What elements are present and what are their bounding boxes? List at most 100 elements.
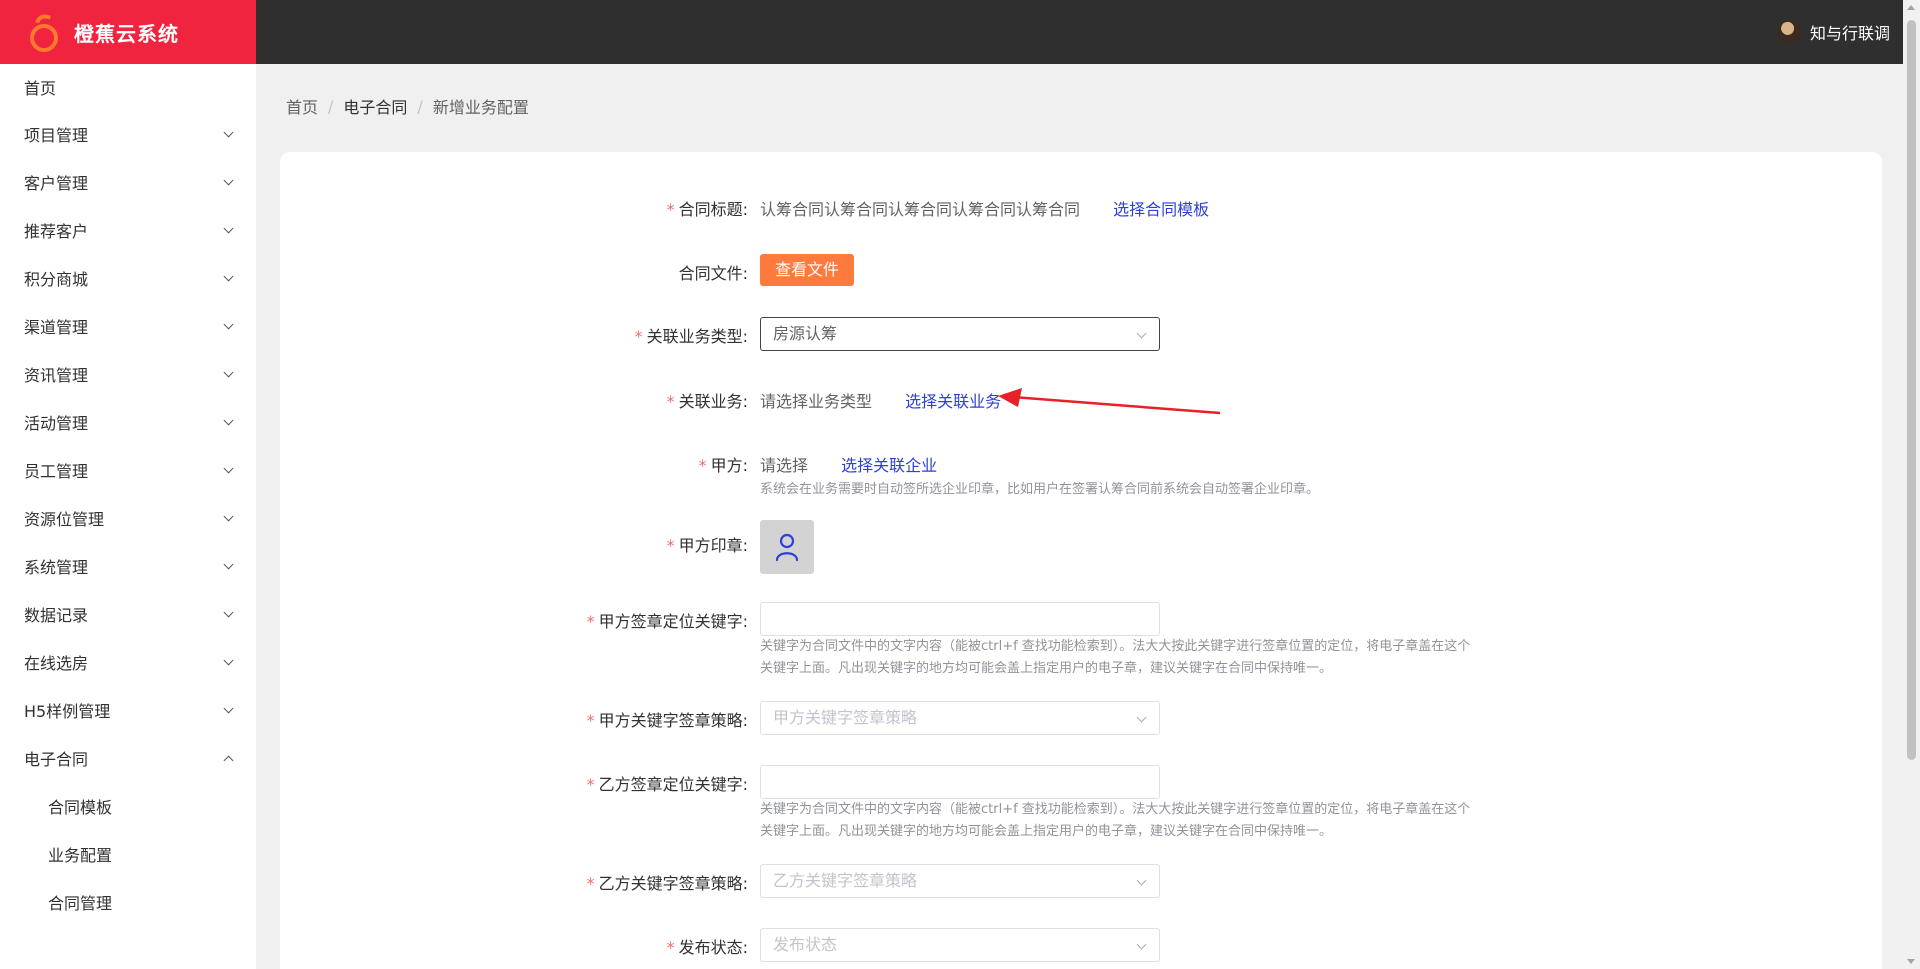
sidebar-item-label: 电子合同 (24, 750, 89, 769)
chevron-down-icon (1136, 939, 1147, 950)
chevron-down-icon (223, 127, 234, 137)
select-template-link[interactable]: 选择合同模板 (1113, 200, 1209, 219)
sidebar-item-label: 资讯管理 (24, 366, 89, 385)
sidebar-item-channel[interactable]: 渠道管理 (0, 302, 256, 350)
select-company-link[interactable]: 选择关联企业 (841, 456, 937, 475)
publish-placeholder: 发布状态 (773, 935, 838, 954)
sidebar-item-h5-samples[interactable]: H5样例管理 (0, 686, 256, 734)
sidebar-subitem-label: 合同管理 (48, 894, 113, 913)
party-b-keyword-input[interactable] (760, 765, 1160, 799)
logo-bar[interactable]: 橙蕉云系统 (0, 0, 256, 64)
publish-label: * 发布状态: (666, 938, 748, 957)
chevron-down-icon (223, 511, 234, 521)
party-a-field: 请选择 选择关联企业 (760, 452, 937, 476)
biz-type-label: * 关联业务类型: (634, 327, 748, 346)
chevron-down-icon (223, 559, 234, 569)
party-b-strategy-label: * 乙方关键字签章策略: (586, 874, 748, 893)
scroll-thumb[interactable] (1907, 20, 1916, 760)
sidebar-item-points-mall[interactable]: 积分商城 (0, 254, 256, 302)
party-b-strategy-select[interactable]: 乙方关键字签章策略 (760, 864, 1160, 898)
sidebar-item-online-housing[interactable]: 在线选房 (0, 638, 256, 686)
user-name: 知与行联调 (1809, 24, 1890, 43)
page-scrollbar[interactable] (1903, 0, 1920, 969)
sidebar-item-label: H5样例管理 (24, 702, 111, 721)
party-a-value: 请选择 (760, 456, 809, 475)
chevron-down-icon (223, 367, 234, 377)
sidebar-item-system[interactable]: 系统管理 (0, 542, 256, 590)
party-a-strategy-label: * 甲方关键字签章策略: (586, 711, 748, 730)
biz-value: 请选择业务类型 (760, 392, 873, 411)
sidebar: 橙蕉云系统 首页 项目管理 客户管理 推荐客户 积分商城 渠道管理 资讯管理 活… (0, 0, 256, 969)
breadcrumb-e-contract[interactable]: 电子合同 (343, 94, 407, 118)
file-label: 合同文件: (678, 264, 748, 283)
party-a-keyword-hint: 关键字为合同文件中的文字内容（能被ctrl+f 查找功能检索到）。法大大按此关键… (760, 639, 1471, 676)
sidebar-item-label: 客户管理 (24, 174, 89, 193)
breadcrumb-separator: / (417, 96, 423, 116)
sidebar-subitem-label: 合同模板 (48, 798, 113, 817)
sidebar-item-customer[interactable]: 客户管理 (0, 158, 256, 206)
scroll-down-icon[interactable] (1907, 959, 1915, 964)
chevron-down-icon (223, 703, 234, 713)
chevron-down-icon (223, 319, 234, 329)
chevron-down-icon (223, 655, 234, 665)
sidebar-item-label: 项目管理 (24, 126, 89, 145)
sidebar-item-label: 资源位管理 (24, 510, 105, 529)
publish-select[interactable]: 发布状态 (760, 928, 1160, 962)
avatar (1777, 20, 1802, 44)
top-bar: 知与行联调 (256, 0, 1920, 64)
sidebar-item-news[interactable]: 资讯管理 (0, 350, 256, 398)
party-a-strategy-select[interactable]: 甲方关键字签章策略 (760, 701, 1160, 735)
sidebar-item-label: 系统管理 (24, 558, 89, 577)
select-business-link[interactable]: 选择关联业务 (905, 392, 1001, 411)
chevron-down-icon (223, 223, 234, 233)
chevron-down-icon (223, 463, 234, 473)
scroll-up-icon[interactable] (1907, 5, 1915, 10)
sidebar-item-data-records[interactable]: 数据记录 (0, 590, 256, 638)
party-a-seal-label: * 甲方印章: (666, 536, 748, 555)
chevron-down-icon (1136, 328, 1147, 339)
chevron-down-icon (1136, 712, 1147, 723)
sidebar-item-e-contract[interactable]: 电子合同 (0, 734, 256, 782)
user-menu[interactable]: 知与行联调 (1777, 0, 1890, 64)
sidebar-item-project[interactable]: 项目管理 (0, 110, 256, 158)
view-file-button[interactable]: 查看文件 (760, 254, 855, 286)
chevron-down-icon (223, 175, 234, 185)
title-value: 认筹合同认筹合同认筹合同认筹合同认筹合同 (760, 200, 1081, 219)
sidebar-subitem-label: 业务配置 (48, 846, 113, 865)
chevron-down-icon (223, 607, 234, 617)
biz-type-select[interactable]: 房源认筹 (760, 317, 1160, 351)
chevron-up-icon (223, 755, 234, 765)
title-field: 认筹合同认筹合同认筹合同认筹合同认筹合同 选择合同模板 (760, 196, 1209, 220)
party-b-keyword-hint: 关键字为合同文件中的文字内容（能被ctrl+f 查找功能检索到）。法大大按此关键… (760, 802, 1471, 839)
biz-label: * 关联业务: (666, 392, 748, 411)
sidebar-item-home[interactable]: 首页 (0, 64, 256, 110)
sidebar-item-referral[interactable]: 推荐客户 (0, 206, 256, 254)
sidebar-item-label: 在线选房 (24, 654, 89, 673)
chevron-down-icon (223, 415, 234, 425)
breadcrumb: 首页 / 电子合同 / 新增业务配置 (286, 94, 529, 118)
biz-field: 请选择业务类型 选择关联业务 (760, 388, 1001, 412)
party-a-keyword-label: * 甲方签章定位关键字: (586, 612, 748, 631)
sidebar-subitem-contract-management[interactable]: 合同管理 (0, 878, 256, 926)
file-field: 查看文件 (760, 254, 855, 286)
party-a-hint: 系统会在业务需要时自动签所选企业印章，比如用户在签署认筹合同前系统会自动签署企业… (760, 482, 1320, 497)
sidebar-item-label: 首页 (24, 79, 57, 98)
biz-type-value: 房源认筹 (773, 324, 838, 343)
party-a-seal-upload[interactable] (760, 520, 814, 574)
sidebar-subitem-contract-template[interactable]: 合同模板 (0, 782, 256, 830)
sidebar-item-resource-slot[interactable]: 资源位管理 (0, 494, 256, 542)
logo-icon (28, 12, 62, 52)
sidebar-item-activity[interactable]: 活动管理 (0, 398, 256, 446)
sidebar-menu: 首页 项目管理 客户管理 推荐客户 积分商城 渠道管理 资讯管理 活动管理 员工… (0, 64, 256, 926)
title-label: * 合同标题: (666, 200, 748, 219)
sidebar-item-label: 渠道管理 (24, 318, 89, 337)
user-icon (775, 533, 799, 562)
breadcrumb-home[interactable]: 首页 (286, 94, 318, 118)
chevron-down-icon (1136, 875, 1147, 886)
sidebar-subitem-business-config[interactable]: 业务配置 (0, 830, 256, 878)
party-a-label: * 甲方: (698, 456, 748, 475)
breadcrumb-separator: / (328, 96, 334, 116)
sidebar-item-staff[interactable]: 员工管理 (0, 446, 256, 494)
party-b-keyword-label: * 乙方签章定位关键字: (586, 775, 748, 794)
party-a-keyword-input[interactable] (760, 602, 1160, 636)
